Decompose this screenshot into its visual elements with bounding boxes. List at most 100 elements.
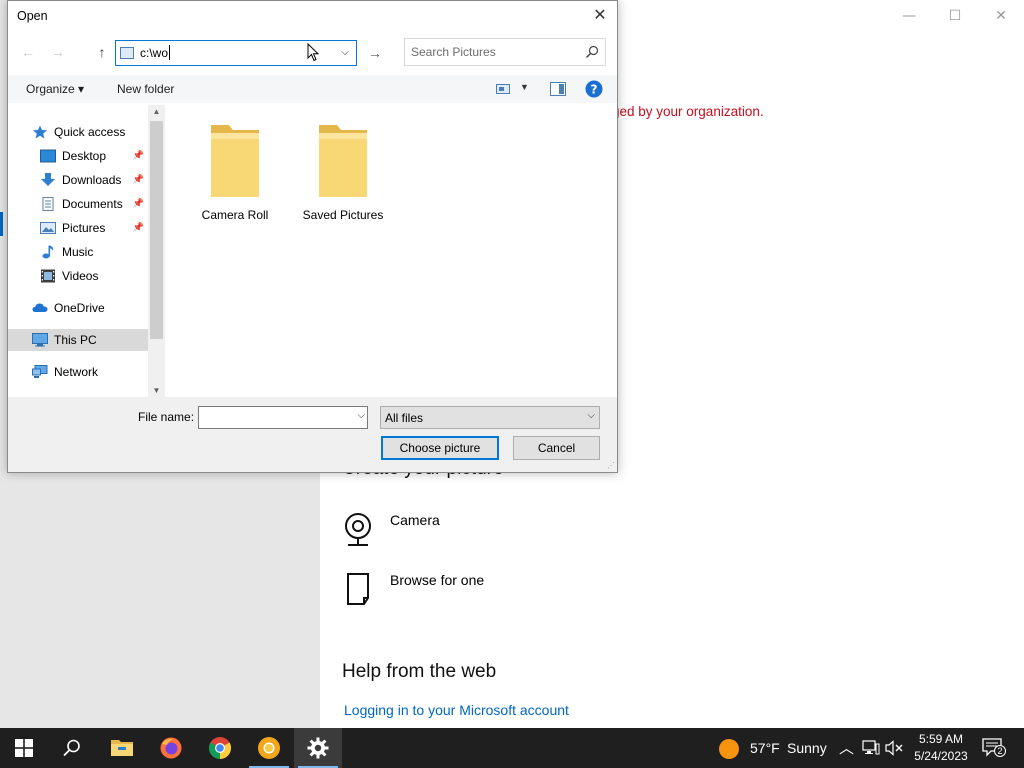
camera-icon bbox=[345, 513, 371, 546]
folder-label: Saved Pictures bbox=[302, 208, 384, 222]
nav-item-quick-access[interactable]: Quick access bbox=[8, 121, 148, 143]
pin-icon: 📌 bbox=[132, 222, 144, 232]
taskbar: 57°F Sunny ︿ 5:59 AM 5/24/2023 2 bbox=[0, 728, 1024, 768]
folder-saved-pictures[interactable]: Saved Pictures bbox=[293, 119, 393, 222]
mouse-cursor-icon bbox=[307, 43, 320, 62]
notifications-button[interactable]: 2 bbox=[982, 738, 1006, 761]
arrow-left-icon: ← bbox=[21, 44, 35, 60]
scrollbar-thumb[interactable] bbox=[150, 121, 163, 339]
nav-label: Quick access bbox=[54, 125, 126, 139]
nav-item-downloads[interactable]: Downloads 📌 bbox=[8, 169, 148, 191]
dialog-close-button[interactable]: ✕ bbox=[585, 1, 615, 31]
chrome-icon bbox=[209, 737, 231, 759]
file-icon bbox=[347, 573, 369, 605]
nav-item-this-pc[interactable]: This PC bbox=[8, 329, 148, 351]
taskbar-file-explorer[interactable] bbox=[98, 728, 146, 768]
minimize-button[interactable]: — bbox=[886, 4, 932, 28]
clock-date: 5/24/2023 bbox=[914, 749, 968, 763]
forward-button[interactable]: → bbox=[46, 41, 70, 63]
nav-item-desktop[interactable]: Desktop 📌 bbox=[8, 145, 148, 167]
desktop-icon bbox=[40, 149, 56, 163]
taskbar-firefox[interactable] bbox=[147, 728, 195, 768]
open-file-dialog: Open ✕ ← → ↑ c:\wo ⌵ → Organize ▾ New fo… bbox=[7, 0, 618, 473]
volume-muted-icon bbox=[885, 740, 903, 756]
download-icon bbox=[41, 173, 55, 186]
sun-icon bbox=[719, 739, 739, 759]
address-bar[interactable]: c:\wo ⌵ bbox=[115, 40, 357, 66]
choose-picture-button[interactable]: Choose picture bbox=[381, 436, 499, 460]
camera-option-label: Camera bbox=[390, 512, 440, 528]
taskbar-chrome-canary[interactable] bbox=[245, 728, 293, 768]
address-input[interactable]: c:\wo bbox=[140, 46, 168, 60]
network-icon bbox=[32, 365, 48, 378]
chrome-canary-icon bbox=[258, 737, 280, 759]
settings-nav-selection-indicator bbox=[0, 212, 3, 236]
weather-temperature[interactable]: 57°F bbox=[750, 740, 780, 756]
command-toolbar: Organize ▾ New folder ▼ ? bbox=[8, 75, 617, 103]
file-name-combobox[interactable]: ⌵ bbox=[198, 406, 368, 429]
video-icon bbox=[41, 269, 55, 283]
nav-item-network[interactable]: Network bbox=[8, 361, 148, 383]
clock[interactable]: 5:59 AM 5/24/2023 bbox=[906, 731, 976, 765]
resize-grip-icon[interactable]: ⋰ bbox=[607, 461, 615, 470]
volume-button[interactable] bbox=[885, 740, 905, 759]
camera-option[interactable]: Camera bbox=[342, 512, 440, 548]
new-folder-button[interactable]: New folder bbox=[117, 82, 174, 96]
cloud-icon bbox=[32, 303, 48, 312]
weather-widget[interactable] bbox=[718, 738, 740, 760]
network-status-icon bbox=[862, 740, 880, 755]
scroll-down-icon[interactable]: ▼ bbox=[148, 386, 165, 395]
help-button[interactable]: ? bbox=[585, 80, 603, 101]
chevron-down-icon: ⌵ bbox=[587, 410, 595, 421]
close-button[interactable]: ✕ bbox=[978, 4, 1024, 28]
go-button[interactable]: → bbox=[362, 41, 388, 65]
address-history-dropdown[interactable]: ⌵ bbox=[334, 41, 356, 65]
file-type-select[interactable]: All files ⌵ bbox=[380, 406, 600, 429]
gear-icon bbox=[307, 737, 329, 759]
nav-item-onedrive[interactable]: OneDrive bbox=[8, 297, 148, 319]
nav-item-pictures[interactable]: Pictures 📌 bbox=[8, 217, 148, 239]
windows-logo-icon bbox=[15, 739, 33, 757]
cancel-button[interactable]: Cancel bbox=[513, 436, 600, 460]
scroll-up-icon[interactable]: ▲ bbox=[148, 107, 165, 116]
arrow-right-icon: → bbox=[51, 44, 65, 60]
svg-text:?: ? bbox=[591, 83, 598, 97]
nav-item-videos[interactable]: Videos bbox=[8, 265, 148, 287]
organize-menu[interactable]: Organize ▾ bbox=[26, 82, 84, 96]
nav-label: Desktop bbox=[62, 149, 107, 163]
taskbar-chrome[interactable] bbox=[196, 728, 244, 768]
search-input[interactable] bbox=[411, 44, 579, 60]
nav-label: Videos bbox=[62, 269, 99, 283]
browse-option-label: Browse for one bbox=[390, 572, 485, 588]
maximize-button[interactable]: ☐ bbox=[932, 4, 978, 28]
taskbar-settings[interactable] bbox=[294, 728, 342, 768]
folder-icon bbox=[211, 125, 259, 197]
taskbar-search-button[interactable] bbox=[48, 728, 96, 768]
show-hidden-icons-button[interactable]: ︿ bbox=[839, 737, 854, 758]
folder-label: Camera Roll bbox=[201, 208, 269, 222]
file-name-label: File name: bbox=[138, 410, 195, 424]
documents-icon bbox=[42, 197, 54, 211]
nav-item-documents[interactable]: Documents 📌 bbox=[8, 193, 148, 215]
chevron-down-icon[interactable]: ⌵ bbox=[357, 410, 365, 421]
search-box[interactable] bbox=[404, 38, 606, 66]
search-icon bbox=[63, 739, 80, 757]
browse-option[interactable]: Browse for one bbox=[342, 572, 484, 608]
up-button[interactable]: ↑ bbox=[90, 41, 114, 63]
view-dropdown-button[interactable]: ▼ bbox=[520, 82, 529, 92]
nav-item-music[interactable]: Music bbox=[8, 241, 148, 263]
preview-pane-icon bbox=[550, 82, 566, 96]
view-options-button[interactable] bbox=[496, 83, 510, 98]
navigation-scrollbar[interactable]: ▲ ▼ bbox=[148, 105, 165, 397]
nav-label: Pictures bbox=[62, 221, 106, 235]
network-status-button[interactable] bbox=[862, 740, 880, 759]
caret-down-icon: ▼ bbox=[520, 82, 529, 92]
view-icon bbox=[496, 84, 510, 94]
folder-icon bbox=[319, 125, 367, 197]
folder-camera-roll[interactable]: Camera Roll bbox=[185, 119, 285, 222]
help-link-microsoft-account[interactable]: Logging in to your Microsoft account bbox=[344, 702, 569, 718]
preview-pane-button[interactable] bbox=[550, 82, 566, 99]
back-button[interactable]: ← bbox=[16, 41, 40, 63]
weather-description[interactable]: Sunny bbox=[787, 740, 827, 756]
start-button[interactable] bbox=[0, 728, 48, 768]
